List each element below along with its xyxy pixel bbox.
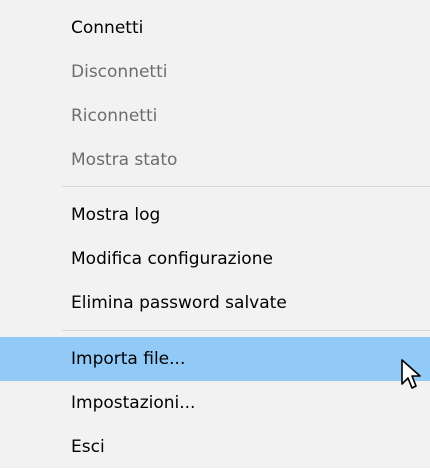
context-menu: Connetti Disconnetti Riconnetti Mostra s… <box>0 0 430 468</box>
menu-item-mostra-stato[interactable]: Mostra stato <box>0 138 430 182</box>
menu-item-modifica-configurazione[interactable]: Modifica configurazione <box>0 237 430 281</box>
menu-separator <box>62 330 430 331</box>
menu-item-impostazioni[interactable]: Impostazioni... <box>0 381 430 425</box>
menu-item-elimina-password-salvate[interactable]: Elimina password salvate <box>0 281 430 325</box>
menu-item-esci[interactable]: Esci <box>0 425 430 469</box>
mouse-pointer-icon <box>401 359 421 389</box>
menu-item-disconnetti[interactable]: Disconnetti <box>0 50 430 94</box>
menu-item-mostra-log[interactable]: Mostra log <box>0 193 430 237</box>
menu-item-connetti[interactable]: Connetti <box>0 6 430 50</box>
menu-item-importa-file[interactable]: Importa file... <box>0 337 430 381</box>
menu-separator <box>62 186 430 187</box>
menu-item-riconnetti[interactable]: Riconnetti <box>0 94 430 138</box>
